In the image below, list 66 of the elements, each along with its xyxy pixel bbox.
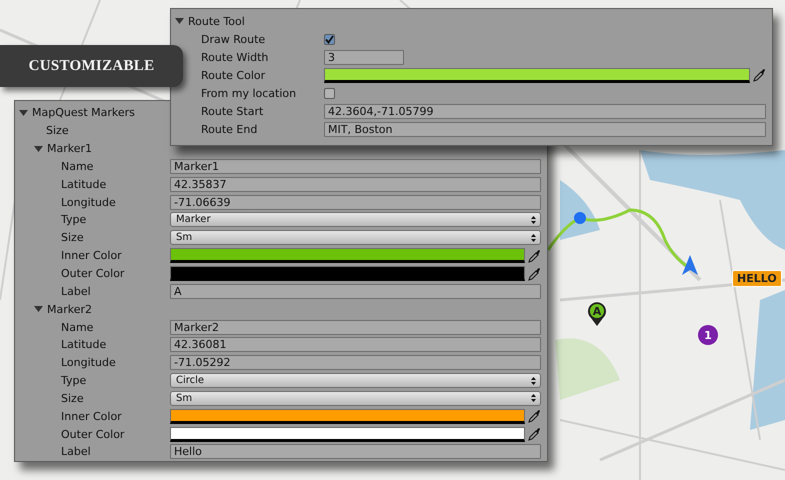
dropdown[interactable]: Circle: [170, 373, 541, 388]
banner-title: CUSTOMIZABLE: [0, 45, 183, 87]
input-field[interactable]: Marker1: [170, 158, 541, 174]
field-label: Route Width: [201, 50, 270, 64]
input-field[interactable]: 3: [324, 50, 404, 64]
field-label: Longitude: [61, 196, 117, 209]
dropdown[interactable]: Marker: [170, 212, 541, 228]
field-label: Outer Color: [61, 267, 126, 280]
field-label: Label: [61, 284, 92, 298]
color-field[interactable]: [170, 426, 525, 442]
section-title[interactable]: Route Tool: [188, 14, 245, 28]
field-label: Name: [61, 160, 94, 173]
section-title[interactable]: Marker2: [47, 302, 92, 316]
expand-triangle-icon[interactable]: [34, 144, 43, 153]
color-field[interactable]: [170, 248, 525, 264]
field-label: Size: [61, 231, 85, 244]
checkbox[interactable]: [324, 34, 335, 44]
input-field[interactable]: 42.3604,-71.05799: [324, 104, 766, 118]
field-label: Type: [61, 374, 88, 388]
field-label: Latitude: [61, 338, 108, 352]
input-field[interactable]: Marker2: [170, 320, 541, 335]
field-label: Outer Color: [61, 428, 126, 441]
field-label: Latitude: [61, 178, 108, 191]
field-label: Route Start: [201, 104, 264, 118]
eyedropper-icon[interactable]: [528, 409, 541, 424]
field-label: Inner Color: [61, 249, 123, 262]
field-label: From my location: [201, 86, 298, 100]
updown-arrows-icon: [531, 394, 536, 402]
section-title[interactable]: MapQuest Markers: [32, 106, 135, 120]
field-label: Size: [61, 392, 85, 405]
updown-arrows-icon: [531, 376, 536, 385]
field-label: Name: [61, 320, 94, 334]
field-label: Route Color: [201, 68, 266, 82]
field-label: Longitude: [61, 356, 117, 370]
expand-triangle-icon[interactable]: [175, 17, 184, 25]
map-label-tag[interactable]: HELLO: [732, 270, 782, 287]
field-label: Route End: [201, 122, 258, 136]
input-field[interactable]: A: [170, 284, 541, 299]
color-field[interactable]: [170, 408, 525, 424]
expand-triangle-icon[interactable]: [34, 305, 43, 314]
input-field[interactable]: -71.06639: [170, 194, 541, 210]
field-label: Draw Route: [201, 32, 266, 46]
input-field[interactable]: -71.05292: [170, 355, 541, 370]
field-label: Inner Color: [61, 410, 123, 423]
color-field[interactable]: [170, 266, 525, 282]
color-field[interactable]: [324, 68, 750, 82]
updown-arrows-icon: [531, 234, 536, 242]
field-label: Type: [61, 213, 88, 226]
eyedropper-icon[interactable]: [528, 248, 541, 263]
dropdown[interactable]: Sm: [170, 390, 541, 406]
input-field[interactable]: MIT, Boston: [324, 122, 766, 136]
input-field[interactable]: Hello: [170, 444, 541, 460]
updown-arrows-icon: [531, 216, 536, 224]
eyedropper-icon[interactable]: [528, 427, 541, 442]
input-field[interactable]: 42.36081: [170, 337, 541, 352]
input-field[interactable]: 42.35837: [170, 176, 541, 192]
checkmark-icon: [325, 34, 334, 44]
eyedropper-icon[interactable]: [753, 68, 766, 82]
expand-triangle-icon[interactable]: [19, 108, 28, 117]
section-title[interactable]: Marker1: [47, 142, 92, 156]
field-label: Label: [61, 445, 92, 458]
map-pin[interactable]: A: [587, 301, 607, 327]
checkbox[interactable]: [324, 88, 335, 98]
dropdown[interactable]: Sm: [170, 230, 541, 246]
field-label: Size: [46, 124, 70, 138]
eyedropper-icon[interactable]: [528, 266, 541, 281]
